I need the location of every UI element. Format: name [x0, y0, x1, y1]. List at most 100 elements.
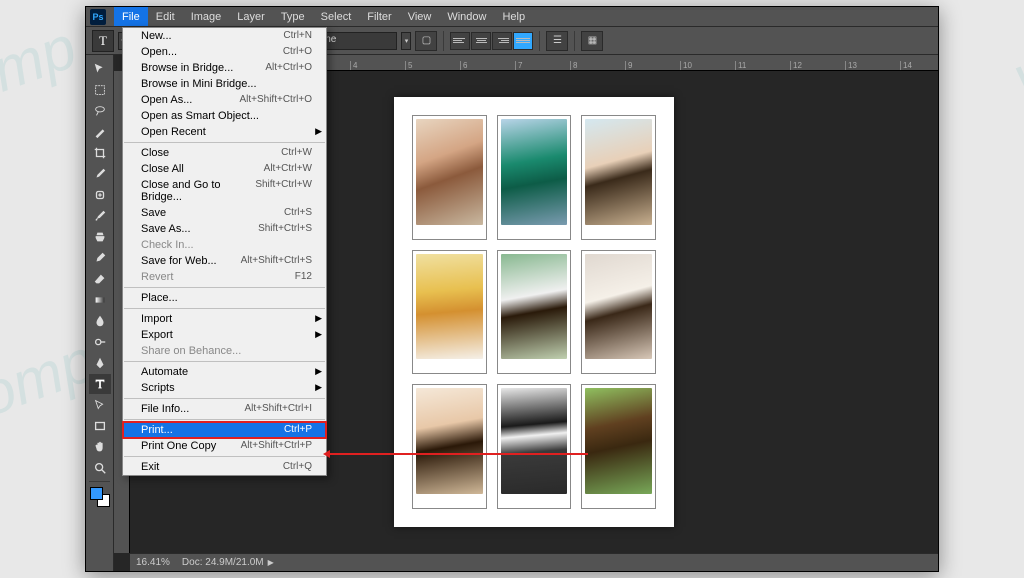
blur-tool[interactable]	[89, 311, 111, 331]
photo	[416, 388, 483, 494]
pen-tool[interactable]	[89, 353, 111, 373]
menu-item-shortcut: Shift+Ctrl+W	[255, 179, 312, 203]
align-right-button[interactable]	[492, 32, 512, 50]
menu-item-place[interactable]: Place...	[123, 290, 326, 306]
foreground-color-swatch[interactable]	[90, 487, 103, 500]
menu-item-label: Browse in Bridge...	[141, 62, 233, 74]
menu-item-check-in: Check In...	[123, 237, 326, 253]
magic-wand-tool[interactable]	[89, 122, 111, 142]
status-bar: 16.41% Doc: 24.9M/21.0M ▶	[130, 553, 938, 571]
align-left-button[interactable]	[450, 32, 470, 50]
menu-item-label: Open...	[141, 46, 177, 58]
menu-item-new[interactable]: New...Ctrl+N	[123, 28, 326, 44]
polaroid-frame[interactable]	[412, 250, 487, 375]
menu-item-print-one-copy[interactable]: Print One CopyAlt+Shift+Ctrl+P	[123, 438, 326, 454]
menu-item-save[interactable]: SaveCtrl+S	[123, 205, 326, 221]
polaroid-frame[interactable]	[581, 384, 656, 509]
photo	[501, 254, 568, 360]
history-brush-tool[interactable]	[89, 248, 111, 268]
healing-tool[interactable]	[89, 185, 111, 205]
arrange-button[interactable]: ☰	[546, 31, 568, 51]
menu-item-automate[interactable]: Automate▶	[123, 364, 326, 380]
menu-select[interactable]: Select	[313, 7, 360, 26]
zoom-level[interactable]: 16.41%	[136, 557, 170, 568]
hand-tool[interactable]	[89, 437, 111, 457]
photo	[585, 254, 652, 360]
menu-item-save-as[interactable]: Save As...Shift+Ctrl+S	[123, 221, 326, 237]
menu-item-close-all[interactable]: Close AllAlt+Ctrl+W	[123, 161, 326, 177]
menu-item-close[interactable]: CloseCtrl+W	[123, 145, 326, 161]
menu-item-shortcut: Alt+Shift+Ctrl+P	[241, 440, 312, 452]
menu-item-import[interactable]: Import▶	[123, 311, 326, 327]
polaroid-frame[interactable]	[412, 384, 487, 509]
menu-item-shortcut: Alt+Ctrl+O	[265, 62, 312, 74]
menu-image[interactable]: Image	[183, 7, 230, 26]
menu-item-export[interactable]: Export▶	[123, 327, 326, 343]
zoom-tool[interactable]	[89, 458, 111, 478]
path-selection-tool[interactable]	[89, 395, 111, 415]
color-swatches[interactable]	[90, 487, 110, 507]
menu-item-close-and-go-to-bridge[interactable]: Close and Go to Bridge...Shift+Ctrl+W	[123, 177, 326, 205]
dodge-tool[interactable]	[89, 332, 111, 352]
align-justify-button[interactable]	[513, 32, 533, 50]
submenu-arrow-icon: ▶	[315, 313, 322, 324]
tool-preset-icon[interactable]: T	[92, 30, 114, 52]
menu-file[interactable]: File	[114, 7, 148, 26]
menu-item-open-recent[interactable]: Open Recent ▶	[123, 124, 326, 140]
submenu-arrow-icon: ▶	[315, 126, 322, 137]
menu-item-label: Open Recent	[141, 126, 206, 138]
menu-item-scripts[interactable]: Scripts▶	[123, 380, 326, 396]
menu-item-label: Exit	[141, 461, 159, 473]
lasso-tool[interactable]	[89, 101, 111, 121]
photo	[501, 119, 568, 225]
menu-item-exit[interactable]: ExitCtrl+Q	[123, 459, 326, 475]
menu-help[interactable]: Help	[494, 7, 533, 26]
polaroid-frame[interactable]	[412, 115, 487, 240]
menu-item-file-info[interactable]: File Info...Alt+Shift+Ctrl+I	[123, 401, 326, 417]
polaroid-frame[interactable]	[497, 384, 572, 509]
menu-filter[interactable]: Filter	[359, 7, 399, 26]
rectangle-tool[interactable]	[89, 416, 111, 436]
marquee-tool[interactable]	[89, 80, 111, 100]
menu-item-open-as-smart-object[interactable]: Open as Smart Object...	[123, 108, 326, 124]
type-tool[interactable]	[89, 374, 111, 394]
menu-item-shortcut: Alt+Shift+Ctrl+I	[244, 403, 312, 415]
align-center-button[interactable]	[471, 32, 491, 50]
polaroid-frame[interactable]	[497, 115, 572, 240]
path-operations[interactable]: ▢	[415, 31, 437, 51]
menu-view[interactable]: View	[400, 7, 440, 26]
move-tool[interactable]	[89, 59, 111, 79]
brush-tool[interactable]	[89, 206, 111, 226]
menu-window[interactable]: Window	[439, 7, 494, 26]
menu-item-label: Revert	[141, 271, 173, 283]
caps-dropdown[interactable]: ▾	[401, 32, 411, 50]
eyedropper-tool[interactable]	[89, 164, 111, 184]
menu-item-browse-in-bridge[interactable]: Browse in Bridge... Alt+Ctrl+O	[123, 60, 326, 76]
photo	[585, 119, 652, 225]
extra-options-button[interactable]: ▦	[581, 31, 603, 51]
photo	[501, 388, 568, 494]
menu-item-print[interactable]: Print...Ctrl+P	[123, 422, 326, 438]
photo	[416, 254, 483, 360]
menu-item-open[interactable]: Open...Ctrl+O	[123, 44, 326, 60]
polaroid-frame[interactable]	[497, 250, 572, 375]
menu-layer[interactable]: Layer	[229, 7, 273, 26]
menu-item-open-as[interactable]: Open As...Alt+Shift+Ctrl+O	[123, 92, 326, 108]
polaroid-frame[interactable]	[581, 115, 656, 240]
status-menu-arrow[interactable]: ▶	[268, 558, 274, 567]
gradient-tool[interactable]	[89, 290, 111, 310]
clone-stamp-tool[interactable]	[89, 227, 111, 247]
menu-item-label: Open As...	[141, 94, 192, 106]
menu-type[interactable]: Type	[273, 7, 313, 26]
menu-item-label: Export	[141, 329, 173, 341]
menu-item-label: Save	[141, 207, 166, 219]
photo	[416, 119, 483, 225]
document[interactable]	[394, 97, 674, 527]
menu-item-shortcut: Alt+Shift+Ctrl+S	[241, 255, 312, 267]
polaroid-frame[interactable]	[581, 250, 656, 375]
menu-item-save-for-web[interactable]: Save for Web...Alt+Shift+Ctrl+S	[123, 253, 326, 269]
crop-tool[interactable]	[89, 143, 111, 163]
menu-edit[interactable]: Edit	[148, 7, 183, 26]
eraser-tool[interactable]	[89, 269, 111, 289]
menu-item-browse-in-mini-bridge[interactable]: Browse in Mini Bridge...	[123, 76, 326, 92]
